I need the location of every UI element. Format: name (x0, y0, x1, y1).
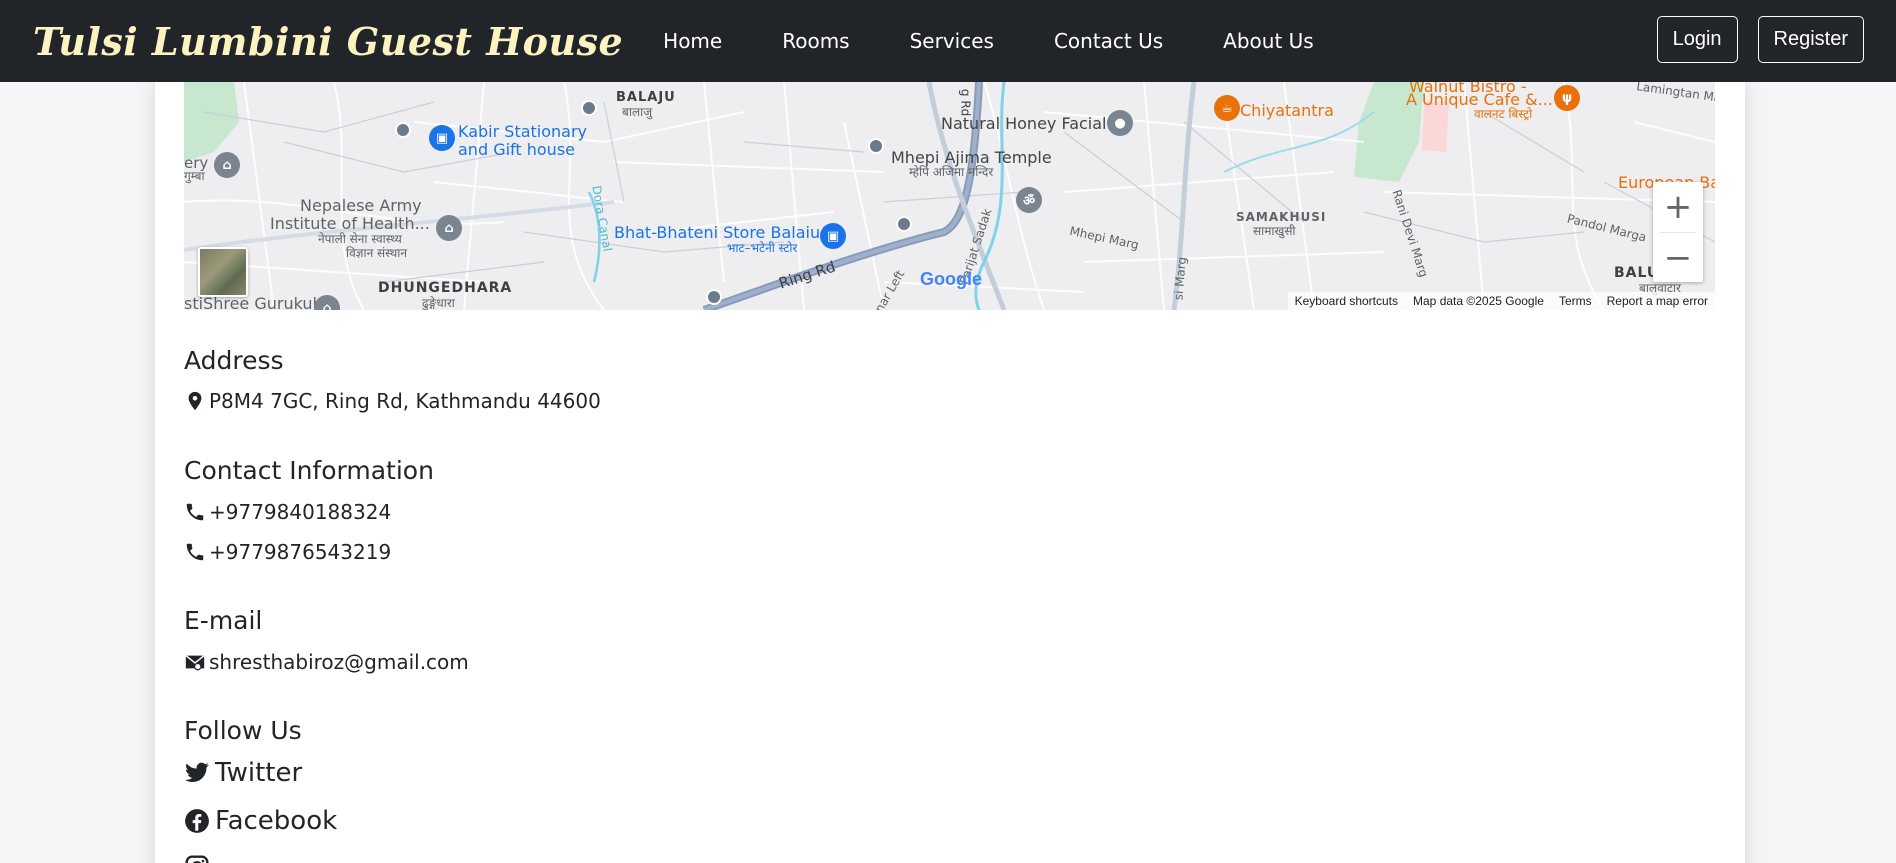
twitter-link[interactable]: Twitter (184, 758, 302, 788)
facebook-link[interactable]: Facebook (184, 806, 337, 836)
map-label-mhepi-temple: Mhepi Ajima Temple (891, 148, 1052, 167)
terms-link[interactable]: Terms (1559, 294, 1592, 308)
map-label-nepalese-1: Nepalese Army (300, 196, 422, 215)
zoom-in-button[interactable]: + (1653, 182, 1703, 232)
phone-line-1: +9779840188324 (184, 500, 391, 524)
map-label-mhepi-np: म्हेपि अजिमा मन्दिर (909, 165, 994, 179)
email-value[interactable]: shresthabiroz@gmail.com (209, 650, 469, 674)
nav-link-home[interactable]: Home (663, 29, 722, 53)
map-label-bhat-bhateni: Bhat-Bhateni Store Balaiu (614, 223, 821, 242)
map-label-samakhusi-np: सामाखुसी (1253, 224, 1296, 238)
google-map[interactable]: BALAJU बालाजु Kabir Stationary and Gift … (184, 82, 1715, 310)
zoom-controls: + − (1653, 182, 1703, 282)
twitter-label[interactable]: Twitter (215, 758, 302, 788)
phone-number[interactable]: +9779840188324 (209, 500, 391, 524)
map-label-dhungedhara: DHUNGEDHARA (378, 280, 513, 296)
bus-stop-icon[interactable] (395, 122, 411, 138)
map-label-gurukul: stiShree Gurukul (184, 294, 317, 310)
zoom-out-button[interactable]: − (1653, 233, 1703, 283)
facebook-icon (185, 809, 209, 833)
keyboard-shortcuts-link[interactable]: Keyboard shortcuts (1295, 294, 1398, 308)
museum-pin-icon[interactable]: ⌂ (214, 152, 240, 178)
envelope-icon (185, 655, 205, 671)
report-error-link[interactable]: Report a map error (1607, 294, 1708, 308)
bus-stop-icon[interactable] (896, 216, 912, 232)
location-pin-icon (188, 391, 202, 411)
map-data-text: Map data ©2025 Google (1413, 294, 1544, 308)
map-label-kabir-1: Kabir Stationary (458, 122, 588, 141)
auth-buttons: Login Register (1656, 16, 1864, 63)
map-label-dhungedhara-np: ढुङ्गेधारा (422, 296, 455, 310)
temple-pin-icon[interactable]: ॐ (1016, 187, 1042, 213)
follow-heading: Follow Us (184, 716, 302, 745)
school-pin-icon[interactable]: ⌂ (436, 215, 462, 241)
map-label-walnut-2: A Unique Cafe &... (1406, 90, 1553, 109)
navbar: Tulsi Lumbini Guest House Home Rooms Ser… (0, 0, 1896, 82)
address-value: P8M4 7GC, Ring Rd, Kathmandu 44600 (209, 389, 601, 413)
map-label-nepalese-np-1: नेपाली सेना स्वास्थ्य (318, 232, 402, 246)
map-label-balaju: BALAJU (616, 90, 676, 105)
register-button[interactable]: Register (1757, 16, 1864, 63)
map-label-balaju-np: बालाजु (622, 105, 653, 119)
email-line: shresthabiroz@gmail.com (184, 650, 469, 674)
phone-number[interactable]: +9779876543219 (209, 540, 391, 564)
map-label-ring-rd-vertical: g Rd (958, 88, 973, 117)
cafe-pin-icon[interactable]: ☕ (1214, 95, 1240, 121)
map-label-gallery-np: गुम्बा (184, 169, 205, 183)
restaurant-pin-icon[interactable]: ψ (1554, 85, 1580, 111)
nav-links: Home Rooms Services Contact Us About Us (663, 29, 1374, 53)
shopping-pin-icon[interactable]: ▣ (820, 223, 846, 249)
address-line: P8M4 7GC, Ring Rd, Kathmandu 44600 (184, 389, 601, 413)
map-label-nepalese-2: Institute of Health... (270, 214, 430, 233)
instagram-icon (185, 855, 209, 863)
bus-stop-icon[interactable] (868, 138, 884, 154)
phone-icon (186, 543, 204, 561)
facebook-label[interactable]: Facebook (215, 806, 337, 836)
contact-heading: Contact Information (184, 456, 434, 485)
phone-line-2: +9779876543219 (184, 540, 391, 564)
map-label-walnut-np: वालनट बिस्ट्रो (1474, 107, 1533, 121)
shopping-pin-icon[interactable]: ▣ (429, 125, 455, 151)
instagram-link[interactable] (184, 854, 215, 863)
address-heading: Address (184, 346, 284, 375)
nav-link-about-us[interactable]: About Us (1223, 29, 1314, 53)
phone-icon (186, 503, 204, 521)
map-label-natural-honey: Natural Honey Facial (941, 114, 1107, 133)
map-label-bhat-np: भाट–भटेनी स्टोर (727, 241, 798, 255)
nav-link-services[interactable]: Services (910, 29, 994, 53)
login-button[interactable]: Login (1656, 16, 1738, 63)
map-label-samakhusi: SAMAKHUSI (1236, 210, 1327, 224)
brand-logo[interactable]: Tulsi Lumbini Guest House (33, 19, 623, 64)
nav-link-rooms[interactable]: Rooms (782, 29, 849, 53)
bus-stop-icon[interactable] (706, 289, 722, 305)
satellite-toggle-button[interactable] (198, 247, 248, 297)
google-logo: Google (920, 269, 982, 289)
map-footer: Keyboard shortcuts Map data ©2025 Google… (1287, 292, 1715, 310)
twitter-icon (185, 762, 209, 782)
place-pin-icon[interactable]: ● (1107, 110, 1133, 136)
contact-card: BALAJU बालाजु Kabir Stationary and Gift … (155, 82, 1745, 863)
map-label-nepalese-np-2: विज्ञान संस्थान (346, 246, 408, 260)
map-label-chiyatantra: Chiyatantra (1240, 101, 1334, 120)
bus-stop-icon[interactable] (581, 100, 597, 116)
email-heading: E-mail (184, 606, 263, 635)
map-label-kabir-2: and Gift house (458, 140, 575, 159)
nav-link-contact-us[interactable]: Contact Us (1054, 29, 1163, 53)
